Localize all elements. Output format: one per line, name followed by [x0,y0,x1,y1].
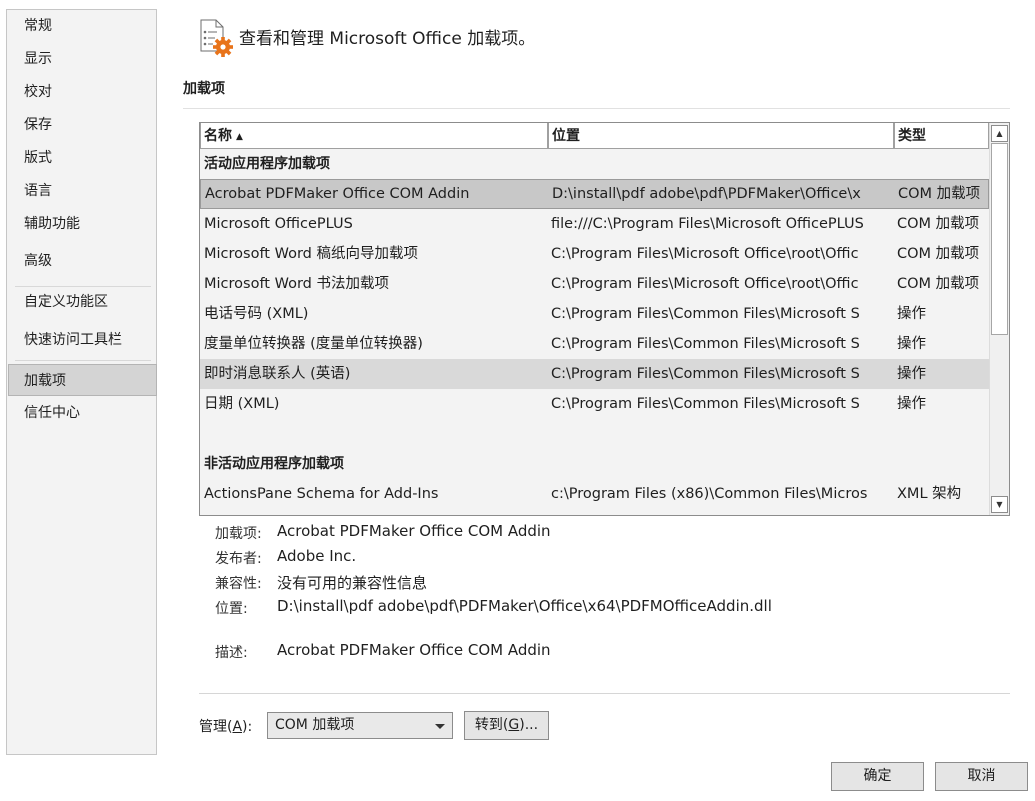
cell-location: C:\Program Files\Common Files\Microsoft … [551,336,860,352]
ok-button[interactable]: 确定 [831,762,924,791]
vertical-scrollbar[interactable]: ▲ ▼ [989,123,1009,515]
scroll-down-icon[interactable]: ▼ [991,496,1008,513]
detail-location-label: 位置: [215,601,248,617]
detail-description-value: Acrobat PDFMaker Office COM Addin [277,641,551,659]
manage-label: 管理(A): [199,716,252,736]
sidebar-item-accessibility[interactable]: 辅助功能 [8,208,157,240]
cell-type: 操作 [897,336,926,352]
column-header-location[interactable]: 位置 [548,123,894,149]
scrollbar-thumb[interactable] [991,143,1008,335]
cell-type: COM 加载项 [897,216,980,232]
table-row[interactable]: ActionsPane Schema for Add-Ins c:\Progra… [200,479,989,509]
page-title: 查看和管理 Microsoft Office 加载项。 [239,29,536,49]
sidebar-item-trust-center[interactable]: 信任中心 [8,397,157,429]
cell-name: Microsoft OfficePLUS [204,216,353,232]
table-row[interactable]: 电话号码 (XML) C:\Program Files\Common Files… [200,299,989,329]
detail-compat-value: 没有可用的兼容性信息 [277,574,428,592]
cell-name: Microsoft Word 稿纸向导加载项 [204,246,418,262]
addins-list[interactable]: 名称 ▲ 位置 类型 活动应用程序加载项 Acrobat PDFMaker Off… [199,122,1010,516]
sidebar-item-advanced[interactable]: 高级 [8,245,157,277]
detail-publisher-value: Adobe Inc. [277,547,357,565]
cell-type: 操作 [897,306,926,322]
detail-publisher-label: 发布者: [215,551,262,567]
sidebar-item-quick-access-toolbar[interactable]: 快速访问工具栏 [8,324,157,356]
table-row[interactable]: Microsoft Word 稿纸向导加载项 C:\Program Files\… [200,239,989,269]
cell-location: C:\Program Files\Common Files\Microsoft … [551,396,860,412]
cell-location: C:\Program Files\Microsoft Office\root\O… [551,276,859,292]
cell-name: 即时消息联系人 (英语) [204,366,351,382]
section-title: 加载项 [183,81,225,97]
table-row[interactable]: 日期 (XML) C:\Program Files\Common Files\M… [200,389,989,419]
cell-name: Acrobat PDFMaker Office COM Addin [205,186,470,202]
cell-location: file:///C:\Program Files\Microsoft Offic… [551,216,864,232]
sidebar-item-layout[interactable]: 版式 [8,142,157,174]
group-label-active: 活动应用程序加载项 [204,156,330,172]
cell-name: ActionsPane Schema for Add-Ins [204,486,439,502]
sidebar-item-addins[interactable]: 加载项 [8,364,157,396]
cell-name: Microsoft Word 书法加载项 [204,276,389,292]
cell-type: 操作 [897,366,926,382]
detail-location-value: D:\install\pdf adobe\pdf\PDFMaker\Office… [277,597,772,615]
sidebar-item-customize-ribbon[interactable]: 自定义功能区 [8,286,157,318]
scroll-up-icon[interactable]: ▲ [991,125,1008,142]
sidebar-item-save[interactable]: 保存 [8,109,157,141]
sidebar-item-display[interactable]: 显示 [8,43,157,75]
go-button-suffix: )... [519,717,539,733]
cell-type: XML 架构 [897,486,962,502]
sidebar-item-language[interactable]: 语言 [8,175,157,207]
detail-addin-label: 加载项: [215,526,262,542]
column-header-type[interactable]: 类型 [894,123,989,149]
group-label-inactive: 非活动应用程序加载项 [204,456,344,472]
manage-label-suffix: ): [242,719,253,735]
cell-location: c:\Program Files (x86)\Common Files\Micr… [551,486,868,502]
cell-location: C:\Program Files\Microsoft Office\root\O… [551,246,859,262]
sidebar-divider [15,360,151,361]
table-row[interactable]: Microsoft Word 书法加载项 C:\Program Files\Mi… [200,269,989,299]
table-row[interactable]: 度量单位转换器 (度量单位转换器) C:\Program Files\Commo… [200,329,989,359]
section-divider [183,108,1010,109]
manage-select-value: COM 加载项 [275,717,355,733]
table-row[interactable]: 即时消息联系人 (英语) C:\Program Files\Common Fil… [200,359,989,389]
cancel-button[interactable]: 取消 [935,762,1028,791]
column-header-name[interactable]: 名称 ▲ [200,123,548,149]
manage-label-prefix: 管理( [199,719,233,735]
go-button[interactable]: 转到(G)... [464,711,549,740]
manage-select[interactable]: COM 加载项 [267,712,453,739]
detail-addin-value: Acrobat PDFMaker Office COM Addin [277,522,551,540]
cell-location: C:\Program Files\Common Files\Microsoft … [551,306,860,322]
sort-ascending-icon: ▲ [236,132,243,142]
cell-type: 操作 [897,396,926,412]
cell-type: COM 加载项 [897,246,980,262]
options-sidebar: 常规 显示 校对 保存 版式 语言 辅助功能 高级 自定义功能区 快速访问工具栏… [6,9,157,755]
cell-location: D:\install\pdf adobe\pdf\PDFMaker\Office… [552,186,861,202]
cell-type: COM 加载项 [897,276,980,292]
column-header-name-label: 名称 [204,128,232,144]
addins-gear-icon [198,19,234,57]
sidebar-item-general[interactable]: 常规 [8,10,157,42]
cell-name: 日期 (XML) [204,396,280,412]
go-button-accesskey: G [508,717,520,733]
cell-name: 度量单位转换器 (度量单位转换器) [204,336,423,352]
detail-compat-label: 兼容性: [215,576,262,592]
detail-description-label: 描述: [215,645,248,661]
addins-list-body: 名称 ▲ 位置 类型 活动应用程序加载项 Acrobat PDFMaker Off… [200,123,989,515]
sidebar-item-proofing[interactable]: 校对 [8,76,157,108]
cell-name: 电话号码 (XML) [204,306,309,322]
bottom-divider [199,693,1010,694]
table-row[interactable]: Microsoft OfficePLUS file:///C:\Program … [200,209,989,239]
cell-location: C:\Program Files\Common Files\Microsoft … [551,366,860,382]
go-button-prefix: 转到( [474,717,509,733]
table-row[interactable]: Acrobat PDFMaker Office COM Addin D:\ins… [200,179,989,209]
cell-type: COM 加载项 [898,186,981,202]
dropdown-caret-icon [435,724,445,729]
manage-label-accesskey: A [232,719,243,735]
